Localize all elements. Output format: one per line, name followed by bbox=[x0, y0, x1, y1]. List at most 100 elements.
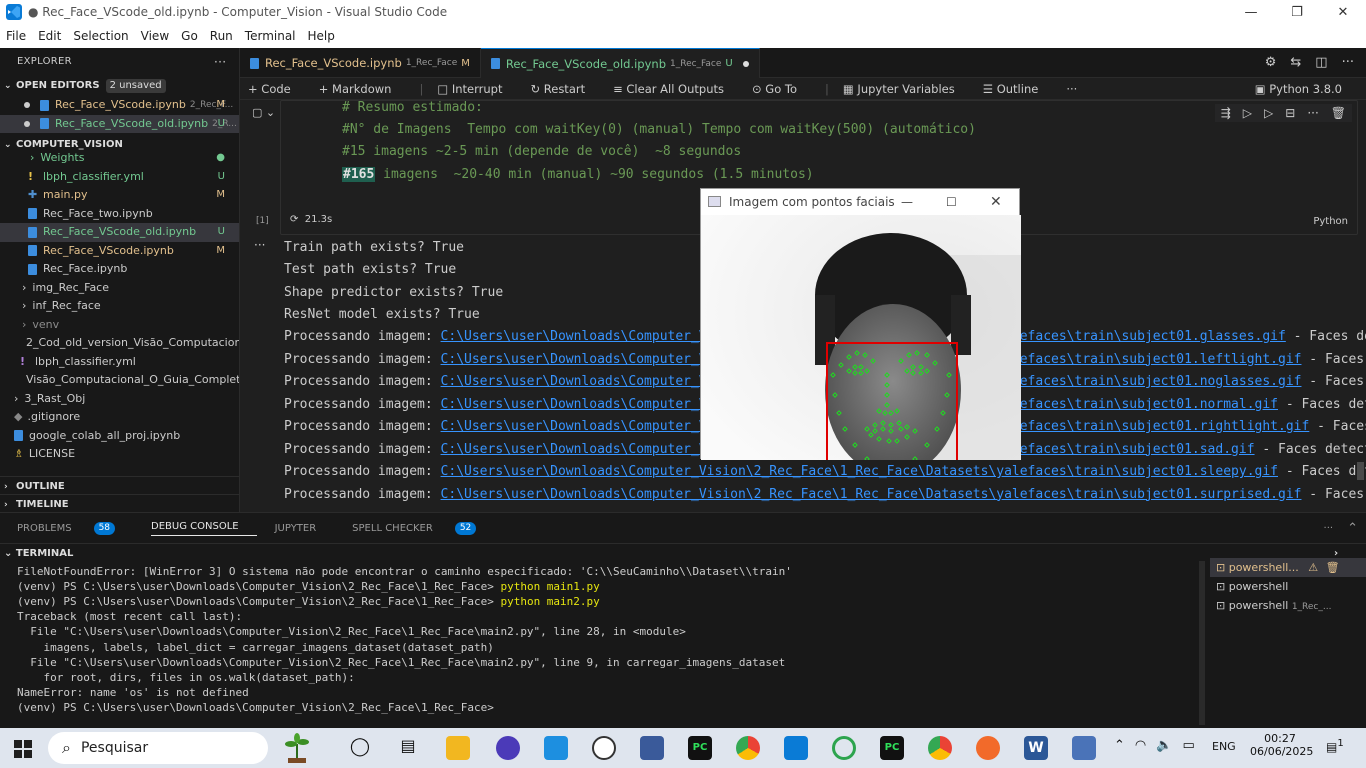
close-icon[interactable]: ✕ bbox=[990, 194, 1002, 210]
minimize-icon[interactable]: — bbox=[901, 195, 913, 209]
more-actions-icon[interactable]: ··· bbox=[1307, 106, 1318, 120]
tab-jupyter[interactable]: JUPYTER bbox=[275, 523, 335, 534]
tree-file[interactable]: 2_Cod_old_version_Visão_Computacional... bbox=[0, 334, 239, 353]
more-actions-icon[interactable]: ··· bbox=[1066, 82, 1077, 96]
open-editor-item[interactable]: Rec_Face_VScode.ipynb 2_Rec_F... M bbox=[0, 96, 239, 115]
pycharm-icon[interactable]: PC bbox=[880, 736, 904, 760]
notification-icon[interactable]: ▤1 bbox=[1326, 738, 1344, 754]
widgets-icon[interactable]: ▤ bbox=[396, 736, 420, 760]
tab-debug-console[interactable]: DEBUG CONSOLE bbox=[151, 521, 257, 536]
restart-button[interactable]: ↻ Restart bbox=[530, 82, 599, 96]
menu-terminal[interactable]: Terminal bbox=[239, 29, 302, 43]
add-markdown-button[interactable]: + Markdown bbox=[319, 82, 406, 96]
terminal-scrollbar[interactable] bbox=[1199, 561, 1205, 725]
menu-help[interactable]: Help bbox=[302, 29, 341, 43]
tree-file[interactable]: ✚ main.py M bbox=[0, 186, 239, 205]
app-icon[interactable] bbox=[496, 736, 520, 760]
split-cell-icon[interactable]: ⊟ bbox=[1285, 106, 1295, 120]
cell-language[interactable]: Python bbox=[1313, 216, 1348, 227]
more-actions-icon[interactable]: ··· bbox=[1342, 55, 1354, 70]
tree-file[interactable]: ! lbph_classifier.yml bbox=[0, 353, 239, 372]
more-actions-icon[interactable]: ··· bbox=[214, 48, 226, 76]
tab-problems[interactable]: PROBLEMS 58 bbox=[17, 521, 133, 535]
python-icon[interactable] bbox=[1072, 736, 1096, 760]
tree-file[interactable]: Rec_Face_VScode_old.ipynb U bbox=[0, 223, 239, 242]
vscode-taskbar-icon[interactable] bbox=[784, 736, 808, 760]
windows-start-icon[interactable] bbox=[14, 740, 32, 758]
more-actions-icon[interactable]: ··· bbox=[1324, 523, 1334, 534]
restore-icon[interactable]: ❐ bbox=[1274, 0, 1320, 24]
tree-folder[interactable]: › venv bbox=[0, 316, 239, 335]
terminal-item[interactable]: ⊡ powershell... ⚠ 🗑 bbox=[1210, 558, 1366, 577]
volume-icon[interactable]: 🔈 bbox=[1156, 738, 1172, 753]
tab-rec-face-vscode-old[interactable]: Rec_Face_VScode_old.ipynb 1_Rec_Face U bbox=[480, 48, 760, 78]
split-editor-icon[interactable]: ◫ bbox=[1315, 55, 1327, 70]
menu-run[interactable]: Run bbox=[204, 29, 239, 43]
file-link[interactable]: C:\Users\user\Downloads\Computer_Vision\… bbox=[441, 487, 1302, 502]
add-code-button[interactable]: + Code bbox=[248, 82, 305, 96]
task-view-icon[interactable]: ◯ bbox=[348, 736, 372, 760]
minimize-icon[interactable]: — bbox=[1228, 0, 1274, 24]
cell-menu-icon[interactable]: ▢ ⌄ bbox=[252, 106, 275, 119]
menu-file[interactable]: File bbox=[0, 29, 32, 43]
tree-file[interactable]: ◆ .gitignore bbox=[0, 408, 239, 427]
tree-file[interactable]: ♗ LICENSE bbox=[0, 445, 239, 464]
menu-edit[interactable]: Edit bbox=[32, 29, 67, 43]
terminal-item[interactable]: ⊡ powershell 1_Rec_... bbox=[1210, 596, 1366, 615]
output-menu-icon[interactable]: ··· bbox=[254, 238, 265, 252]
gear-icon[interactable]: ⚙ bbox=[1265, 55, 1277, 70]
app-icon[interactable] bbox=[592, 736, 616, 760]
file-link[interactable]: C:\Users\user\Downloads\Computer_Vision\… bbox=[441, 464, 1278, 479]
file-explorer-icon[interactable] bbox=[446, 736, 470, 760]
delete-cell-icon[interactable]: 🗑 bbox=[1331, 106, 1346, 120]
timeline-section[interactable]: › TIMELINE bbox=[0, 494, 239, 512]
battery-icon[interactable]: ▭ bbox=[1182, 738, 1194, 753]
terminal-item[interactable]: ⊡ powershell bbox=[1210, 577, 1366, 596]
pycharm-icon[interactable]: PC bbox=[688, 736, 712, 760]
kernel-selector[interactable]: ▣ Python 3.8.0 bbox=[1255, 82, 1356, 96]
tree-folder[interactable]: › img_Rec_Face bbox=[0, 279, 239, 298]
menu-go[interactable]: Go bbox=[175, 29, 204, 43]
tree-file[interactable]: google_colab_all_proj.ipynb bbox=[0, 427, 239, 446]
maximize-panel-icon[interactable]: ⌃ bbox=[1347, 521, 1358, 536]
interrupt-button[interactable]: □ Interrupt bbox=[437, 82, 516, 96]
plant-image-icon[interactable] bbox=[282, 732, 312, 764]
delete-terminal-icon[interactable]: 🗑 bbox=[1326, 561, 1340, 574]
image-window[interactable]: Imagem com pontos faciais — ☐ ✕ bbox=[700, 188, 1021, 476]
language-indicator[interactable]: ENG bbox=[1212, 740, 1236, 753]
chrome-icon[interactable] bbox=[736, 736, 760, 760]
outline-section[interactable]: › OUTLINE bbox=[0, 476, 239, 496]
outline-button[interactable]: ☰ Outline bbox=[983, 82, 1053, 96]
chrome-icon[interactable] bbox=[928, 736, 952, 760]
run-by-line-icon[interactable]: ⇶ bbox=[1221, 106, 1231, 120]
tree-file[interactable]: Rec_Face_two.ipynb bbox=[0, 205, 239, 224]
goto-button[interactable]: ⊙ Go To bbox=[752, 82, 811, 96]
wifi-icon[interactable]: ◠ bbox=[1135, 738, 1146, 753]
tree-file[interactable]: Rec_Face_VScode.ipynb M bbox=[0, 242, 239, 261]
output-scrollbar[interactable] bbox=[1357, 462, 1364, 480]
open-editors-section[interactable]: ⌄ OPEN EDITORS 2 unsaved bbox=[0, 76, 239, 96]
tree-folder[interactable]: › 3_Rast_Obj bbox=[0, 390, 239, 409]
docker-icon[interactable] bbox=[544, 736, 568, 760]
tree-folder[interactable]: › inf_Rec_face bbox=[0, 297, 239, 316]
tree-file[interactable]: Visão_Computacional_O_Guia_Completo... bbox=[0, 371, 239, 390]
execute-above-icon[interactable]: ▷ bbox=[1243, 106, 1252, 120]
clock[interactable]: 00:27 06/06/2025 bbox=[1250, 732, 1313, 758]
tree-folder[interactable]: › Weights ● bbox=[0, 149, 239, 168]
taskbar-search[interactable]: ⌕ Pesquisar bbox=[48, 732, 268, 764]
unsaved-dot-icon[interactable] bbox=[742, 60, 749, 67]
tab-rec-face-vscode[interactable]: Rec_Face_VScode.ipynb 1_Rec_Face M bbox=[240, 48, 481, 78]
open-editor-item[interactable]: Rec_Face_VScode_old.ipynb 2_R... U bbox=[0, 114, 239, 133]
tree-file[interactable]: ! lbph_classifier.yml U bbox=[0, 168, 239, 187]
clear-outputs-button[interactable]: ≡ Clear All Outputs bbox=[613, 82, 738, 96]
close-icon[interactable]: ✕ bbox=[1320, 0, 1366, 24]
app-icon[interactable] bbox=[832, 736, 856, 760]
maximize-icon[interactable]: ☐ bbox=[946, 195, 957, 209]
menu-selection[interactable]: Selection bbox=[67, 29, 134, 43]
menu-view[interactable]: View bbox=[135, 29, 175, 43]
tab-spell-checker[interactable]: SPELL CHECKER 52 bbox=[352, 521, 494, 535]
postman-icon[interactable] bbox=[976, 736, 1000, 760]
chevron-up-icon[interactable]: ⌃ bbox=[1114, 738, 1125, 753]
terminal-section[interactable]: ⌄ TERMINAL › bbox=[0, 543, 1366, 563]
tree-file[interactable]: Rec_Face.ipynb bbox=[0, 260, 239, 279]
